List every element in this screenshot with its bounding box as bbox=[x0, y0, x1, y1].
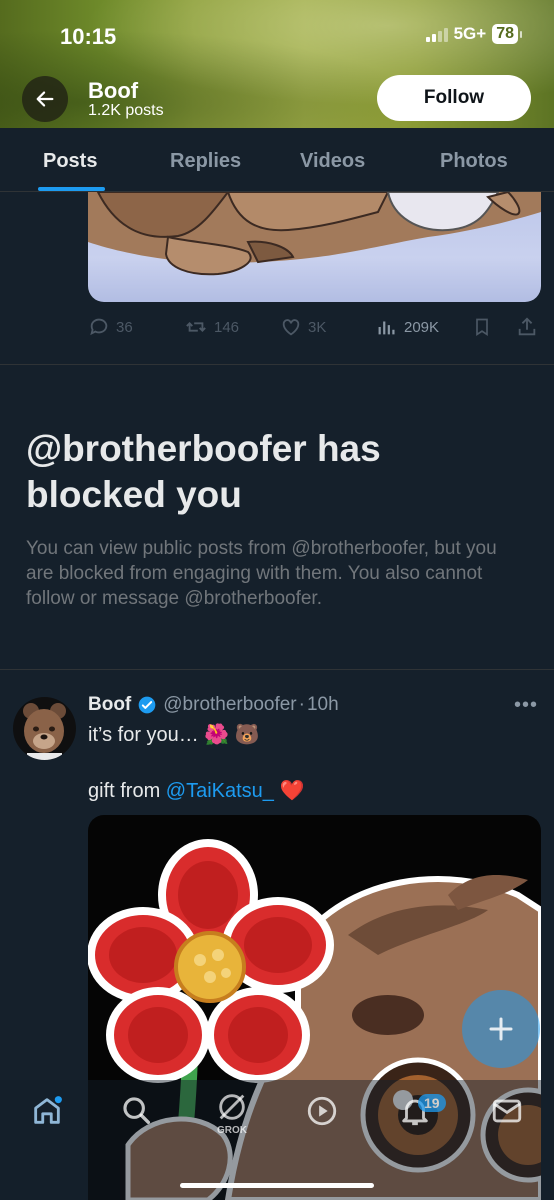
previous-post-image[interactable] bbox=[88, 192, 541, 302]
follow-button[interactable]: Follow bbox=[377, 75, 531, 121]
bottom-navigation bbox=[0, 1080, 554, 1200]
back-button[interactable] bbox=[22, 76, 68, 122]
nav-search[interactable] bbox=[120, 1094, 154, 1133]
notifications-badge: 19 bbox=[418, 1094, 446, 1112]
repost-button[interactable]: 146 bbox=[184, 316, 239, 338]
nav-messages[interactable] bbox=[490, 1094, 524, 1133]
nav-video[interactable] bbox=[305, 1094, 339, 1133]
tab-photos[interactable]: Photos bbox=[440, 150, 508, 173]
heart-icon bbox=[282, 319, 300, 336]
like-button[interactable]: 3K bbox=[280, 316, 326, 338]
repost-count: 146 bbox=[214, 318, 240, 336]
status-indicators: 5G+ 78 bbox=[425, 24, 522, 44]
views-icon bbox=[378, 321, 395, 335]
active-tab-indicator bbox=[38, 187, 105, 191]
artwork-illustration bbox=[88, 192, 541, 276]
arrow-left-icon bbox=[36, 91, 54, 107]
tab-replies[interactable]: Replies bbox=[170, 150, 241, 173]
reply-button[interactable]: 36 bbox=[88, 316, 133, 338]
play-icon bbox=[307, 1096, 337, 1126]
nav-grok[interactable]: GROK bbox=[210, 1090, 254, 1136]
tab-videos[interactable]: Videos bbox=[300, 150, 365, 173]
tweet-author-handle[interactable]: @brotherboofer bbox=[163, 694, 296, 716]
battery-icon: 78 bbox=[492, 24, 522, 44]
reply-icon bbox=[90, 318, 108, 336]
repost-icon bbox=[186, 322, 206, 332]
tweet-author-name[interactable]: Boof bbox=[88, 694, 131, 716]
grok-icon bbox=[219, 1094, 245, 1120]
mention-link[interactable]: @TaiKatsu_ bbox=[166, 780, 274, 802]
profile-tabs: Posts Replies Videos Photos bbox=[0, 128, 554, 192]
bookmark-icon bbox=[476, 318, 488, 337]
search-icon bbox=[123, 1097, 151, 1125]
grok-label: GROK bbox=[217, 1125, 247, 1136]
separator-dot: · bbox=[298, 694, 305, 715]
tweet-text-line: gift from @TaiKatsu_ ❤️ bbox=[88, 778, 304, 803]
home-indicator bbox=[180, 1183, 374, 1188]
profile-name: Boof bbox=[88, 78, 139, 103]
blocked-description: You can view public posts from @brotherb… bbox=[26, 538, 497, 609]
bear-avatar-illustration bbox=[23, 703, 66, 760]
tweet-header: Boof @brotherboofer · 10h bbox=[88, 694, 339, 716]
post-actions: 36 146 3K 209K bbox=[88, 316, 543, 338]
tweet-text-line: it’s for you… 🌺 🐻 bbox=[88, 724, 260, 746]
like-count: 3K bbox=[308, 318, 327, 336]
blocked-title: @brotherboofer has blocked you bbox=[26, 428, 381, 515]
home-icon bbox=[34, 1096, 62, 1124]
share-button[interactable] bbox=[516, 316, 538, 338]
views-count: 209K bbox=[404, 318, 440, 336]
tab-posts[interactable]: Posts bbox=[43, 150, 97, 173]
bookmark-button[interactable] bbox=[472, 316, 492, 338]
divider bbox=[0, 364, 554, 365]
reply-count: 36 bbox=[116, 318, 133, 336]
signal-icon bbox=[425, 26, 448, 42]
plus-icon bbox=[489, 1017, 513, 1041]
views-button[interactable]: 209K bbox=[376, 316, 439, 338]
posts-count: 1.2K posts bbox=[88, 102, 164, 119]
compose-button[interactable] bbox=[462, 990, 540, 1068]
tweet-time[interactable]: 10h bbox=[307, 694, 339, 716]
network-type: 5G+ bbox=[453, 24, 487, 43]
tweet-text: ❤️ bbox=[273, 780, 305, 802]
divider bbox=[0, 669, 554, 670]
avatar[interactable] bbox=[13, 697, 76, 760]
share-icon bbox=[518, 317, 536, 336]
status-time: 10:15 bbox=[60, 24, 117, 49]
verified-badge-icon bbox=[138, 696, 156, 714]
tweet-text: gift from bbox=[88, 780, 166, 802]
mail-icon bbox=[492, 1099, 522, 1123]
nav-home[interactable] bbox=[30, 1094, 64, 1133]
more-options-icon[interactable]: ••• bbox=[514, 694, 538, 717]
